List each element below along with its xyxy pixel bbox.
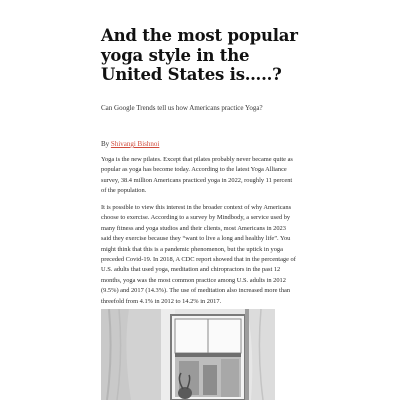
article-paragraph: It is possible to view this interest in … bbox=[101, 204, 296, 305]
author-link[interactable]: Shivangi Bishnoi bbox=[111, 140, 159, 148]
yoga-room-image bbox=[101, 309, 275, 400]
article-photo bbox=[101, 309, 275, 400]
byline-prefix: By bbox=[101, 140, 111, 148]
byline: By Shivangi Bishnoi bbox=[101, 140, 159, 149]
article-title: And the most popular yoga style in the U… bbox=[101, 26, 298, 84]
article-subtitle: Can Google Trends tell us how Americans … bbox=[101, 104, 263, 112]
article-paragraph: Yoga is the new pilates. Except that pil… bbox=[101, 156, 293, 195]
